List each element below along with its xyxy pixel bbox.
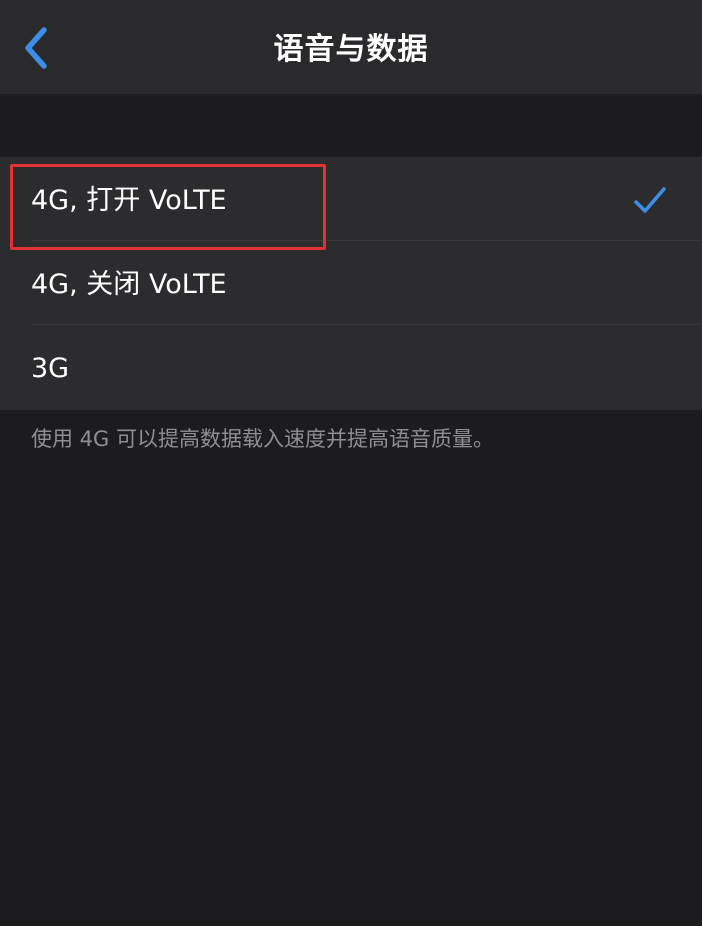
footer-description: 使用 4G 可以提高数据载入速度并提高语音质量。 <box>31 427 494 451</box>
navigation-bar: 语音与数据 <box>0 0 702 94</box>
network-options-list: 4G, 打开 VoLTE 4G, 关闭 VoLTE 3G <box>0 157 702 410</box>
option-4g-volte-off[interactable]: 4G, 关闭 VoLTE <box>0 241 702 325</box>
voice-data-screen: 语音与数据 4G, 打开 VoLTE 4G, 关闭 VoLTE 3G 使用 4G… <box>0 0 702 926</box>
option-label: 3G <box>31 353 70 384</box>
option-3g[interactable]: 3G <box>0 325 702 410</box>
option-label: 4G, 关闭 VoLTE <box>31 269 227 300</box>
section-spacer <box>0 94 702 157</box>
checkmark-icon <box>634 187 666 213</box>
page-title: 语音与数据 <box>273 32 429 67</box>
option-label: 4G, 打开 VoLTE <box>31 185 227 216</box>
option-4g-volte-on[interactable]: 4G, 打开 VoLTE <box>0 157 702 241</box>
